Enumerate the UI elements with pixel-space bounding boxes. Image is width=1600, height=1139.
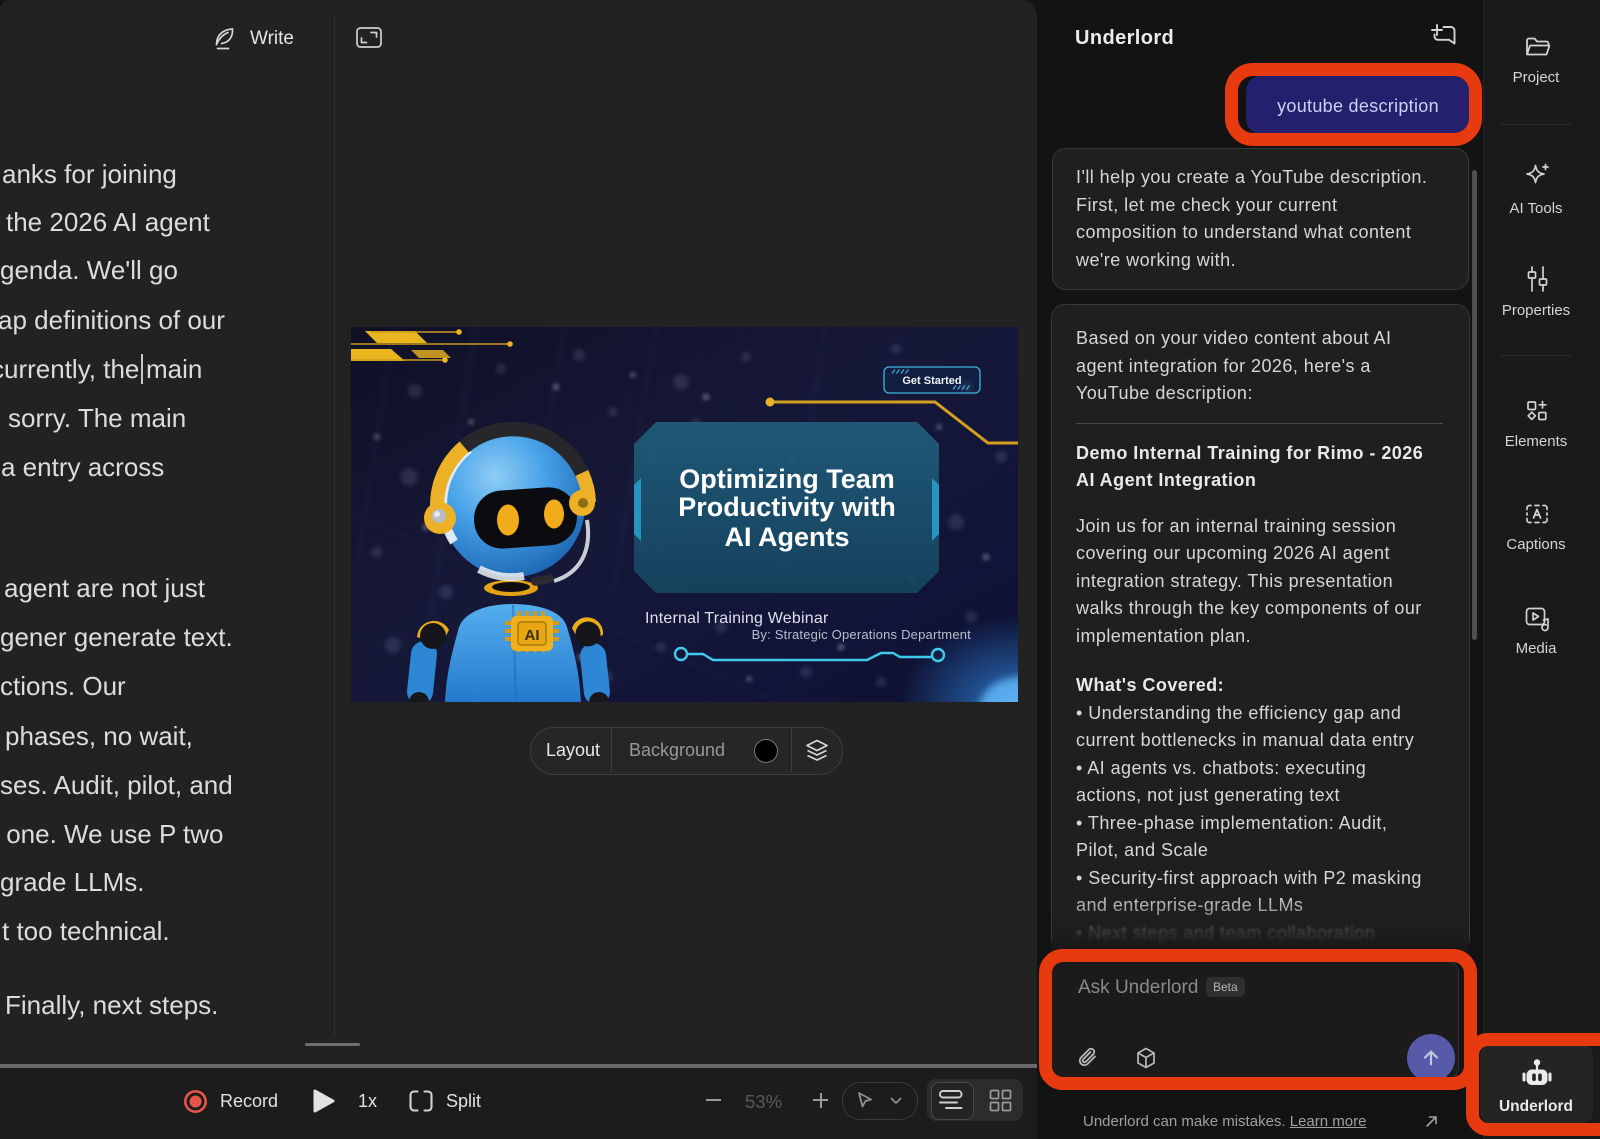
- svg-text:AI Agents: AI Agents: [724, 522, 849, 552]
- svg-text:Get Started: Get Started: [902, 375, 961, 387]
- svg-text:By: Strategic Operations Depar: By: Strategic Operations Department: [752, 627, 972, 642]
- svg-text:Internal Training Webinar: Internal Training Webinar: [645, 610, 829, 627]
- svg-text:Optimizing Team: Optimizing Team: [679, 464, 895, 494]
- svg-text:AI: AI: [525, 627, 540, 644]
- svg-text:Productivity with: Productivity with: [678, 492, 896, 522]
